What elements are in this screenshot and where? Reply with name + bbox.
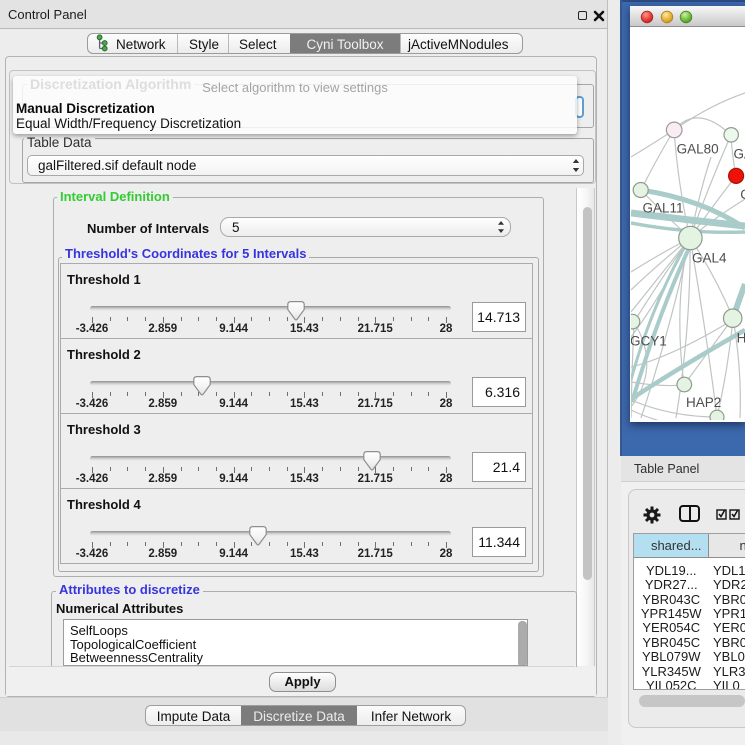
svg-text:GAL11: GAL11 — [643, 201, 684, 216]
svg-text:GAL: GAL — [734, 147, 745, 162]
svg-text:HAP2: HAP2 — [686, 395, 721, 410]
svg-text:GCY1: GCY1 — [631, 333, 667, 348]
svg-text:C: C — [740, 187, 745, 202]
svg-text:GAL4: GAL4 — [692, 251, 727, 266]
svg-text:H: H — [737, 331, 745, 346]
svg-text:GAL80: GAL80 — [677, 142, 719, 157]
